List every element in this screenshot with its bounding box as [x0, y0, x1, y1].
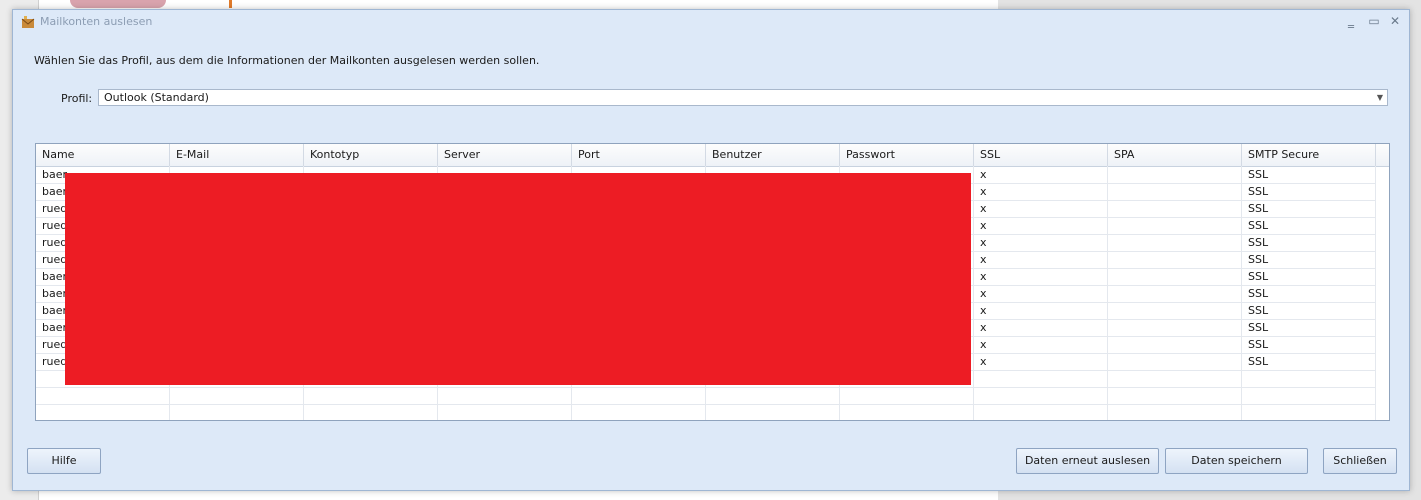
cell-account-type [304, 404, 438, 420]
cell-spa [1108, 268, 1242, 285]
column-header-password[interactable]: Passwort [840, 144, 974, 166]
background-accent-bar [229, 0, 232, 8]
table-header: Name E-Mail Kontotyp Server Port Benutze… [36, 144, 1389, 167]
chevron-down-icon[interactable]: ▼ [1377, 90, 1383, 105]
column-header-smtp-secure[interactable]: SMTP Secure [1242, 144, 1376, 166]
column-header-ssl[interactable]: SSL [974, 144, 1108, 166]
cell-smtp-secure: SSL [1242, 183, 1376, 200]
cell-server [438, 404, 572, 420]
cell-password [840, 404, 974, 420]
cell-user [706, 404, 840, 420]
cell-spa [1108, 302, 1242, 319]
cell-ssl: x [974, 200, 1108, 217]
cell-spa [1108, 251, 1242, 268]
cell-smtp-secure: SSL [1242, 217, 1376, 234]
cell-smtp-secure: SSL [1242, 166, 1376, 183]
close-window-button[interactable]: ✕ [1386, 13, 1404, 29]
cell-smtp-secure: SSL [1242, 285, 1376, 302]
cell-ssl: x [974, 251, 1108, 268]
cell-ssl [974, 370, 1108, 387]
cell-spa [1108, 370, 1242, 387]
profile-dropdown[interactable]: Outlook (Standard) ▼ [98, 89, 1388, 106]
column-header-server[interactable]: Server [438, 144, 572, 166]
dialog-title: Mailkonten auslesen [40, 15, 153, 28]
cell-smtp-secure: SSL [1242, 336, 1376, 353]
cell-port [572, 404, 706, 420]
cell-spa [1108, 285, 1242, 302]
cell-spa [1108, 166, 1242, 183]
cell-smtp-secure [1242, 387, 1376, 404]
cell-spa [1108, 234, 1242, 251]
column-header-spa[interactable]: SPA [1108, 144, 1242, 166]
column-header-port[interactable]: Port [572, 144, 706, 166]
cell-ssl: x [974, 183, 1108, 200]
cell-ssl: x [974, 166, 1108, 183]
cell-ssl: x [974, 353, 1108, 370]
cell-spa [1108, 200, 1242, 217]
cell-smtp-secure: SSL [1242, 234, 1376, 251]
table-row[interactable] [36, 387, 1376, 405]
maximize-button[interactable]: ▭ [1365, 13, 1383, 29]
cell-name [36, 387, 170, 404]
cell-name [36, 404, 170, 420]
profile-label: Profil: [61, 92, 93, 105]
cell-smtp-secure: SSL [1242, 268, 1376, 285]
accounts-table[interactable]: Name E-Mail Kontotyp Server Port Benutze… [35, 143, 1390, 421]
app-icon [21, 16, 35, 28]
cell-smtp-secure: SSL [1242, 302, 1376, 319]
cell-password [840, 387, 974, 404]
cell-ssl: x [974, 234, 1108, 251]
redaction-overlay [65, 173, 971, 385]
close-button[interactable]: Schließen [1323, 448, 1397, 474]
cell-spa [1108, 217, 1242, 234]
background-avatar [70, 0, 166, 8]
column-header-email[interactable]: E-Mail [170, 144, 304, 166]
instruction-text: Wählen Sie das Profil, aus dem die Infor… [34, 54, 540, 67]
save-data-button[interactable]: Daten speichern [1165, 448, 1308, 474]
cell-ssl: x [974, 302, 1108, 319]
profile-selected-value: Outlook (Standard) [104, 91, 209, 104]
cell-spa [1108, 183, 1242, 200]
cell-server [438, 387, 572, 404]
cell-ssl: x [974, 319, 1108, 336]
column-header-name[interactable]: Name [36, 144, 170, 166]
cell-email [170, 387, 304, 404]
help-button[interactable]: Hilfe [27, 448, 101, 474]
cell-spa [1108, 336, 1242, 353]
cell-ssl: x [974, 336, 1108, 353]
cell-ssl [974, 387, 1108, 404]
title-bar[interactable]: Mailkonten auslesen ‗ ▭ ✕ [13, 10, 1409, 34]
cell-ssl: x [974, 217, 1108, 234]
mail-accounts-dialog: Mailkonten auslesen ‗ ▭ ✕ Wählen Sie das… [12, 9, 1410, 491]
cell-smtp-secure: SSL [1242, 319, 1376, 336]
cell-ssl: x [974, 268, 1108, 285]
cell-email [170, 404, 304, 420]
cell-port [572, 387, 706, 404]
cell-smtp-secure [1242, 404, 1376, 420]
reread-data-button[interactable]: Daten erneut auslesen [1016, 448, 1159, 474]
cell-smtp-secure: SSL [1242, 353, 1376, 370]
cell-spa [1108, 353, 1242, 370]
minimize-button[interactable]: ‗ [1342, 13, 1360, 29]
cell-spa [1108, 404, 1242, 420]
table-row[interactable] [36, 404, 1376, 420]
cell-ssl: x [974, 285, 1108, 302]
cell-smtp-secure: SSL [1242, 200, 1376, 217]
cell-smtp-secure: SSL [1242, 251, 1376, 268]
column-header-account-type[interactable]: Kontotyp [304, 144, 438, 166]
cell-ssl [974, 404, 1108, 420]
cell-account-type [304, 387, 438, 404]
cell-spa [1108, 387, 1242, 404]
cell-user [706, 387, 840, 404]
column-header-user[interactable]: Benutzer [706, 144, 840, 166]
cell-smtp-secure [1242, 370, 1376, 387]
cell-spa [1108, 319, 1242, 336]
